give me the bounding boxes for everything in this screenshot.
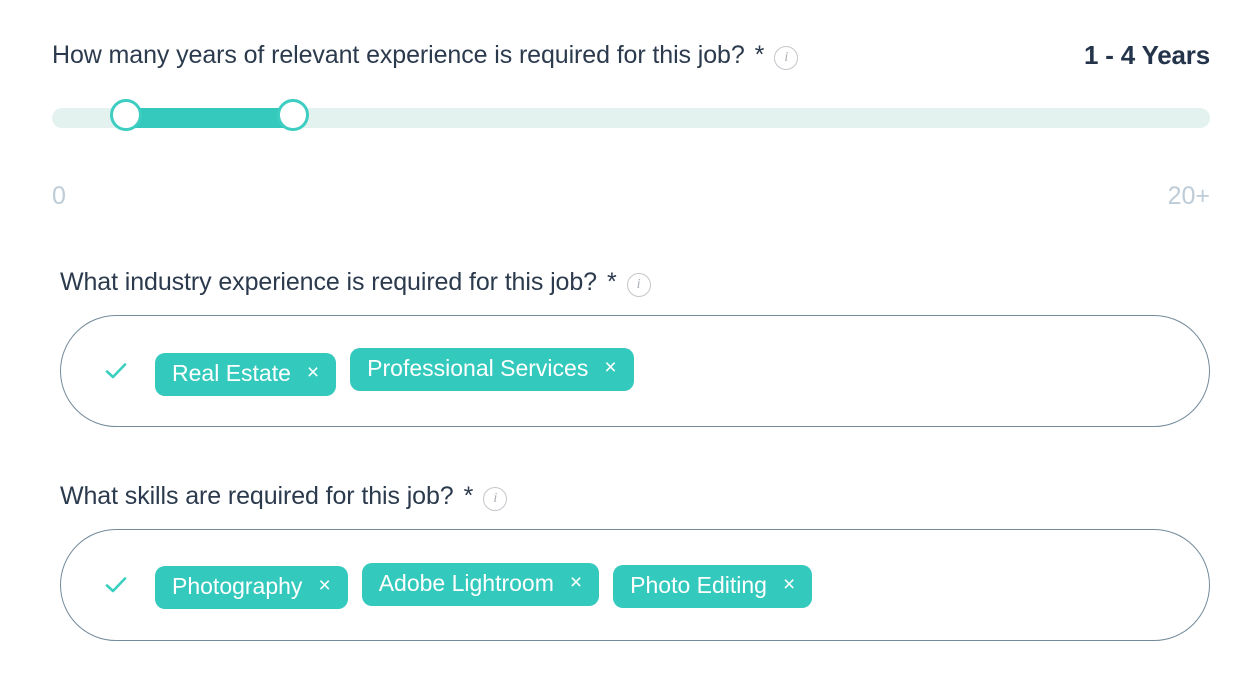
experience-range-slider[interactable] — [52, 99, 1210, 131]
slider-min-label: 0 — [52, 182, 66, 210]
skills-tag-list: Photography × Adobe Lightroom × Photo Ed… — [155, 562, 813, 609]
industry-question-label: What industry experience is required for… — [60, 268, 1210, 297]
check-icon — [101, 356, 131, 386]
tag-chip[interactable]: Real Estate × — [155, 352, 337, 396]
industry-tag-list: Real Estate × Professional Services × — [155, 347, 634, 396]
slider-selected-range — [126, 108, 293, 128]
tag-label: Professional Services — [367, 354, 589, 381]
skills-tag-input[interactable]: Photography × Adobe Lightroom × Photo Ed… — [60, 529, 1210, 641]
tag-chip[interactable]: Professional Services × — [350, 347, 634, 391]
skills-question-block: What skills are required for this job? *… — [60, 482, 1210, 641]
info-circle-icon[interactable]: i — [483, 486, 508, 511]
info-circle-icon[interactable]: i — [626, 272, 651, 297]
skills-question-label: What skills are required for this job? *… — [60, 482, 1210, 511]
industry-question-text: What industry experience is required for… — [60, 267, 597, 296]
tag-chip[interactable]: Photography × — [155, 565, 348, 609]
slider-scale-labels: 0 20+ — [52, 182, 1210, 211]
close-icon[interactable]: × — [307, 362, 319, 383]
close-icon[interactable]: × — [570, 572, 582, 593]
experience-question-row: How many years of relevant experience is… — [52, 40, 1210, 71]
skills-required-asterisk: * — [463, 482, 474, 510]
tag-chip[interactable]: Photo Editing × — [613, 564, 813, 608]
slider-thumb-upper[interactable] — [276, 99, 309, 131]
experience-question-label: How many years of relevant experience is… — [52, 40, 799, 70]
tag-label: Photo Editing — [630, 571, 767, 598]
tag-label: Photography — [172, 572, 303, 599]
slider-max-label: 20+ — [1167, 182, 1210, 210]
skills-question-text: What skills are required for this job? — [60, 481, 454, 510]
tag-chip[interactable]: Adobe Lightroom × — [361, 562, 600, 606]
industry-tag-input[interactable]: Real Estate × Professional Services × — [60, 315, 1210, 427]
industry-question-block: What industry experience is required for… — [60, 268, 1210, 427]
tag-label: Adobe Lightroom — [378, 569, 554, 596]
slider-thumb-lower[interactable] — [110, 99, 143, 131]
tag-label: Real Estate — [172, 359, 291, 386]
industry-required-asterisk: * — [606, 268, 617, 296]
close-icon[interactable]: × — [604, 357, 616, 378]
experience-value-label: 1 - 4 Years — [1084, 40, 1210, 70]
info-circle-icon[interactable]: i — [774, 45, 799, 70]
check-icon — [101, 570, 131, 600]
experience-question-text: How many years of relevant experience is… — [52, 40, 745, 69]
experience-required-asterisk: * — [754, 41, 765, 69]
close-icon[interactable]: × — [783, 574, 795, 595]
close-icon[interactable]: × — [318, 575, 330, 596]
